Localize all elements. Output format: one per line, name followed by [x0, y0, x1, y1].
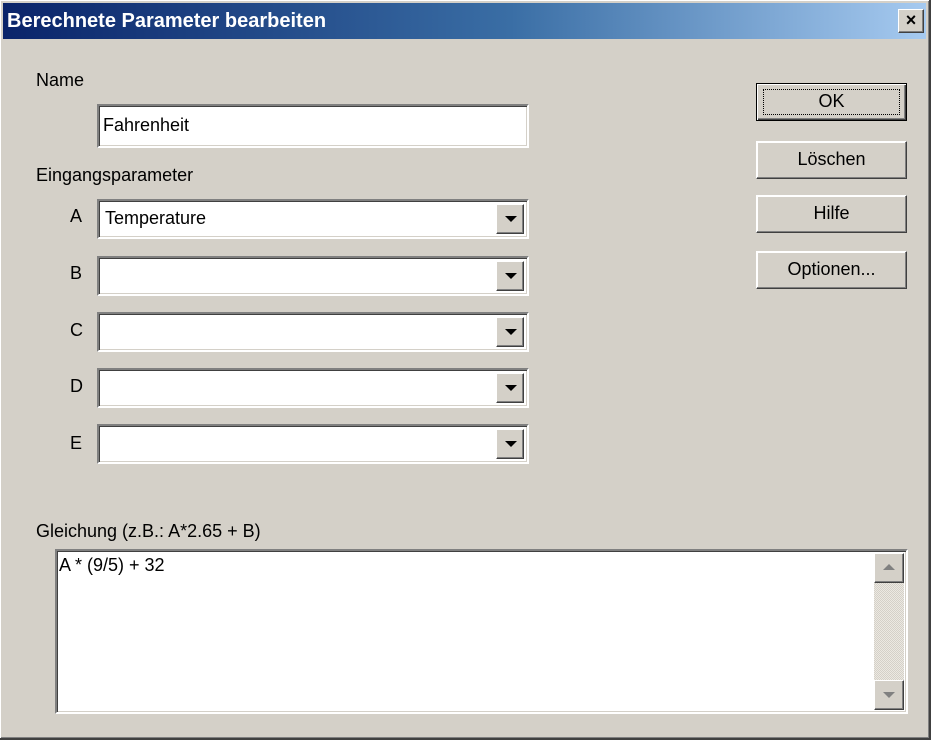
param-a-combobox[interactable]: Temperature	[97, 199, 529, 239]
close-button[interactable]: ×	[898, 9, 924, 33]
equation-vertical-scrollbar[interactable]	[874, 553, 904, 710]
param-a-dropdown-button[interactable]	[496, 204, 524, 234]
help-button-label: Hilfe	[813, 203, 850, 223]
param-a-value: Temperature	[105, 208, 207, 228]
param-e-dropdown-button[interactable]	[496, 429, 524, 459]
param-d-label: D	[70, 376, 83, 396]
chevron-down-icon	[505, 216, 517, 222]
param-b-label: B	[70, 263, 83, 283]
param-c-label: C	[70, 320, 83, 340]
param-c-dropdown-button[interactable]	[496, 317, 524, 347]
param-d-dropdown-button[interactable]	[496, 373, 524, 403]
scroll-down-button[interactable]	[874, 680, 904, 710]
equation-text: A * (9/5) + 32	[59, 555, 165, 575]
input-parameters-label: Eingangsparameter	[36, 165, 194, 185]
edit-calculated-parameters-dialog: Berechnete Parameter bearbeiten × Name F…	[0, 0, 931, 740]
chevron-down-icon	[505, 441, 517, 447]
param-b-combobox[interactable]	[97, 256, 529, 296]
scroll-up-button[interactable]	[874, 553, 904, 583]
ok-button[interactable]: OK	[756, 83, 907, 121]
param-e-combobox[interactable]	[97, 424, 529, 464]
delete-button[interactable]: Löschen	[756, 141, 907, 179]
help-button[interactable]: Hilfe	[756, 195, 907, 233]
title-bar: Berechnete Parameter bearbeiten ×	[3, 3, 926, 39]
ok-button-label: OK	[818, 91, 845, 111]
param-a-label: A	[70, 206, 83, 226]
name-label: Name	[36, 70, 85, 90]
param-b-dropdown-button[interactable]	[496, 261, 524, 291]
chevron-down-icon	[505, 385, 517, 391]
param-e-label: E	[70, 433, 83, 453]
name-input[interactable]: Fahrenheit	[97, 104, 529, 148]
chevron-down-icon	[883, 692, 895, 698]
chevron-down-icon	[505, 273, 517, 279]
param-c-combobox[interactable]	[97, 312, 529, 352]
name-input-value: Fahrenheit	[103, 115, 190, 135]
param-d-combobox[interactable]	[97, 368, 529, 408]
options-button[interactable]: Optionen...	[756, 251, 907, 289]
chevron-up-icon	[883, 564, 895, 570]
chevron-down-icon	[505, 329, 517, 335]
window-title: Berechnete Parameter bearbeiten	[7, 10, 327, 32]
equation-label: Gleichung (z.B.: A*2.65 + B)	[36, 521, 261, 541]
options-button-label: Optionen...	[787, 259, 876, 279]
equation-textarea[interactable]: A * (9/5) + 32	[55, 549, 908, 714]
close-icon: ×	[905, 10, 917, 30]
delete-button-label: Löschen	[797, 149, 866, 169]
